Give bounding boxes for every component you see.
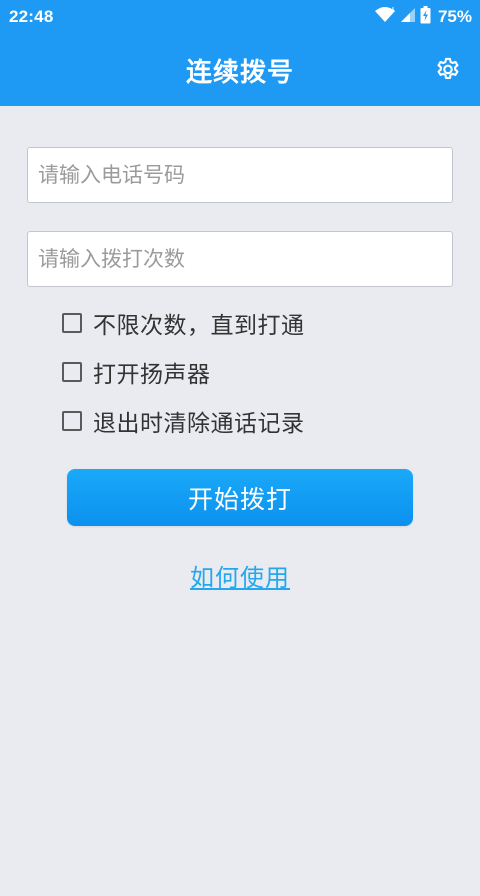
status-time: 22:48 — [9, 6, 54, 26]
dial-count-input[interactable] — [27, 231, 453, 287]
signal-icon — [400, 7, 416, 27]
unlimited-checkbox-row[interactable]: 不限次数，直到打通 — [62, 308, 305, 339]
unlimited-label: 不限次数，直到打通 — [93, 313, 305, 339]
battery-icon — [420, 5, 431, 28]
wifi-icon — [374, 6, 396, 28]
speaker-checkbox-row[interactable]: 打开扬声器 — [62, 357, 211, 388]
app-bar: 连续拨号 — [0, 33, 480, 106]
speaker-label: 打开扬声器 — [93, 362, 211, 388]
clear-log-label: 退出时清除通话记录 — [93, 411, 305, 437]
speaker-checkbox[interactable] — [62, 362, 82, 382]
clear-log-checkbox[interactable] — [62, 411, 82, 431]
settings-button[interactable] — [431, 53, 465, 87]
clear-log-checkbox-row[interactable]: 退出时清除通话记录 — [62, 406, 305, 437]
battery-percent: 75% — [437, 6, 472, 26]
how-to-use-link[interactable]: 如何使用 — [0, 558, 480, 593]
phone-number-input[interactable] — [27, 147, 453, 203]
gear-icon — [437, 57, 459, 79]
status-icons: 75% — [374, 5, 472, 28]
status-bar: 22:48 75% — [0, 0, 480, 33]
page-title: 连续拨号 — [185, 58, 294, 88]
unlimited-checkbox[interactable] — [62, 313, 82, 333]
start-dialing-button[interactable]: 开始拨打 — [67, 469, 413, 526]
